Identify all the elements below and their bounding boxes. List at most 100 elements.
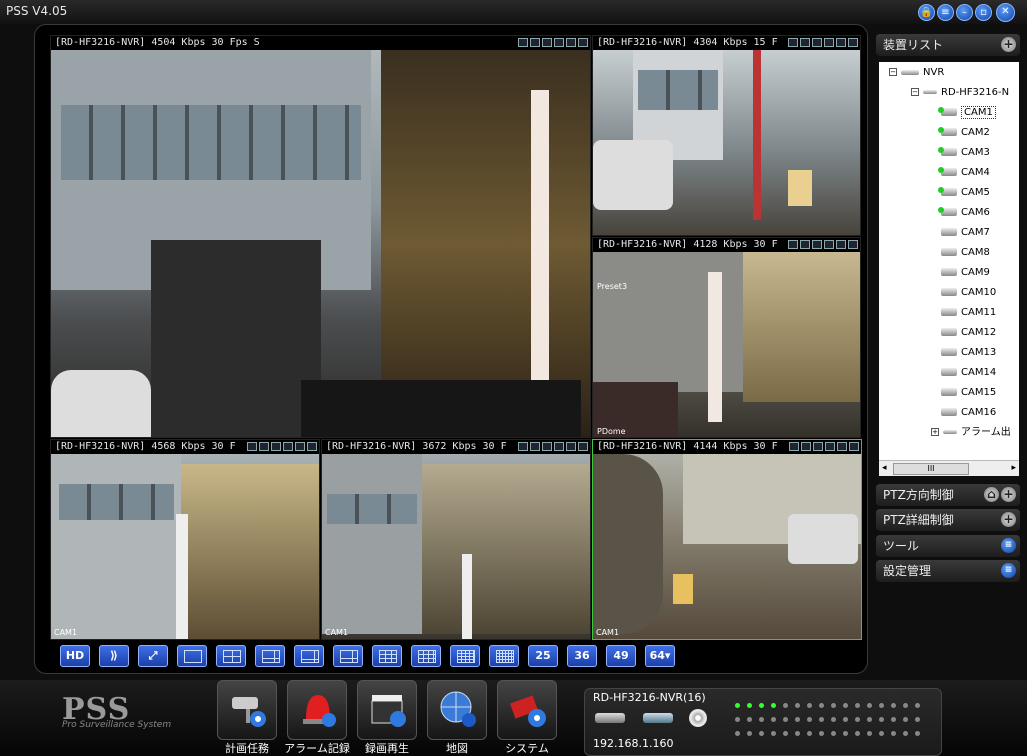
ptz-direction-header[interactable]: PTZ方向制御 ⌂ +	[876, 484, 1020, 506]
channel-led	[879, 703, 884, 708]
camera-label: CAM6	[961, 207, 990, 218]
channel-led	[771, 717, 776, 722]
tree-node-camera[interactable]: CAM11	[941, 304, 996, 322]
camera-icon	[941, 308, 957, 316]
tree-node-camera[interactable]: CAM6	[938, 204, 990, 222]
pane-controls[interactable]	[247, 442, 317, 451]
minimize-button[interactable]: –	[956, 4, 973, 21]
plus-icon[interactable]: +	[1001, 37, 1016, 52]
layout-16-button[interactable]	[450, 645, 480, 667]
scroll-thumb[interactable]: III	[893, 463, 969, 475]
list-icon[interactable]: ≡	[1001, 538, 1016, 553]
tree-node-camera[interactable]: CAM2	[938, 124, 990, 142]
tree-node-camera[interactable]: CAM1	[938, 104, 996, 122]
pane-controls[interactable]	[789, 442, 859, 451]
fullscreen-button[interactable]: ⤢	[138, 645, 168, 667]
layout-6-button[interactable]	[255, 645, 285, 667]
nvr-icon	[901, 69, 919, 75]
pane-controls[interactable]	[518, 38, 588, 47]
channel-led	[747, 703, 752, 708]
tree-node-camera[interactable]: CAM13	[941, 344, 996, 362]
close-button[interactable]: ✕	[996, 3, 1015, 22]
layout-8-button[interactable]	[294, 645, 324, 667]
tree-node-camera[interactable]: CAM12	[941, 324, 996, 342]
channel-led	[915, 731, 920, 736]
video-pane-4[interactable]: [RD-HF3216-NVR] 4568 Kbps 30 F CAM1	[50, 439, 320, 640]
layout-9-button[interactable]	[372, 645, 402, 667]
camera-feed	[593, 50, 860, 235]
layout-36-button[interactable]: 36	[567, 645, 597, 667]
disc-icon	[689, 709, 707, 727]
camera-label: CAM1	[54, 628, 78, 637]
plus-icon[interactable]: +	[1001, 487, 1016, 502]
schedule-task-button[interactable]	[217, 680, 277, 740]
layout-49-button[interactable]: 49	[606, 645, 636, 667]
channel-led	[855, 703, 860, 708]
channel-led	[843, 717, 848, 722]
camera-icon	[941, 348, 957, 356]
tree-node-camera[interactable]: CAM14	[941, 364, 996, 382]
tree-node-camera[interactable]: CAM5	[938, 184, 990, 202]
layout-20-button[interactable]	[489, 645, 519, 667]
channel-led	[855, 731, 860, 736]
camera-icon	[941, 268, 957, 276]
alarm-record-button[interactable]	[287, 680, 347, 740]
layout-4-button[interactable]	[216, 645, 246, 667]
tree-node-camera[interactable]: CAM7	[941, 224, 990, 242]
playback-label: 録画再生	[365, 742, 409, 755]
tree-node-camera[interactable]: CAM9	[941, 264, 990, 282]
video-pane-2[interactable]: [RD-HF3216-NVR] 4304 Kbps 15 F	[592, 35, 861, 236]
list-icon[interactable]: ≡	[1001, 563, 1016, 578]
plus-icon[interactable]: +	[1001, 512, 1016, 527]
playback-button[interactable]	[357, 680, 417, 740]
hd-button[interactable]: HD	[60, 645, 90, 667]
tree-node-alarm[interactable]: + アラーム出	[931, 424, 1011, 442]
layout-13-button[interactable]	[411, 645, 441, 667]
map-button[interactable]	[427, 680, 487, 740]
tools-header[interactable]: ツール ≡	[876, 535, 1020, 557]
list-icon[interactable]: ≡	[937, 4, 954, 21]
tree-node-nvr[interactable]: − NVR	[889, 64, 944, 82]
pane-controls[interactable]	[788, 240, 858, 249]
camera-label: CAM9	[961, 267, 990, 278]
layout-6b-button[interactable]	[333, 645, 363, 667]
video-pane-5[interactable]: [RD-HF3216-NVR] 3672 Kbps 30 F CAM1	[321, 439, 591, 640]
settings-header[interactable]: 設定管理 ≡	[876, 560, 1020, 582]
channel-led	[867, 717, 872, 722]
tree-node-camera[interactable]: CAM3	[938, 144, 990, 162]
camera-label: CAM5	[961, 187, 990, 198]
camera-icon	[938, 167, 957, 176]
tree-node-camera[interactable]: CAM8	[941, 244, 990, 262]
camera-icon	[938, 147, 957, 156]
video-pane-6[interactable]: [RD-HF3216-NVR] 4144 Kbps 30 F CAM1	[592, 439, 862, 640]
horizontal-scrollbar[interactable]: ◂ III ▸	[879, 460, 1019, 476]
restore-button[interactable]: ▫	[975, 4, 992, 21]
device-tree[interactable]: − NVR − RD-HF3216-N CAM1 CAM2 CAM3 CAM4 CAM5 CA…	[879, 62, 1019, 476]
tree-node-camera[interactable]: CAM4	[938, 164, 990, 182]
device-list-title: 装置リスト	[883, 38, 944, 52]
channel-led	[915, 703, 920, 708]
system-button[interactable]	[497, 680, 557, 740]
sequence-button[interactable]: ⟫	[99, 645, 129, 667]
pane-controls[interactable]	[518, 442, 588, 451]
channel-led	[807, 703, 812, 708]
layout-64-button[interactable]: 64▾	[645, 645, 675, 667]
lock-icon[interactable]: 🔒	[918, 4, 935, 21]
ptz-direction-title: PTZ方向制御	[883, 488, 954, 502]
tree-node-device[interactable]: − RD-HF3216-N	[911, 84, 1009, 102]
channel-led	[891, 717, 896, 722]
layout-25-button[interactable]: 25	[528, 645, 558, 667]
tree-node-camera[interactable]: CAM15	[941, 384, 996, 402]
layout-1-button[interactable]	[177, 645, 207, 667]
bottom-bar: PSS Pro Surveillance System 計画任務 アラーム記録 …	[0, 680, 1027, 756]
device-list-header[interactable]: 装置リスト +	[876, 34, 1020, 56]
video-pane-3[interactable]: [RD-HF3216-NVR] 4128 Kbps 30 F Preset3 P…	[592, 237, 861, 438]
lock-icon[interactable]: ⌂	[984, 487, 999, 502]
pane-controls[interactable]	[788, 38, 858, 47]
globe-icon	[440, 691, 476, 727]
pdome-label: PDome	[597, 427, 626, 436]
ptz-detail-header[interactable]: PTZ詳細制御 +	[876, 509, 1020, 531]
tree-node-camera[interactable]: CAM16	[941, 404, 996, 422]
tree-node-camera[interactable]: CAM10	[941, 284, 996, 302]
video-pane-1[interactable]: [RD-HF3216-NVR] 4504 Kbps 30 Fps S	[50, 35, 591, 438]
